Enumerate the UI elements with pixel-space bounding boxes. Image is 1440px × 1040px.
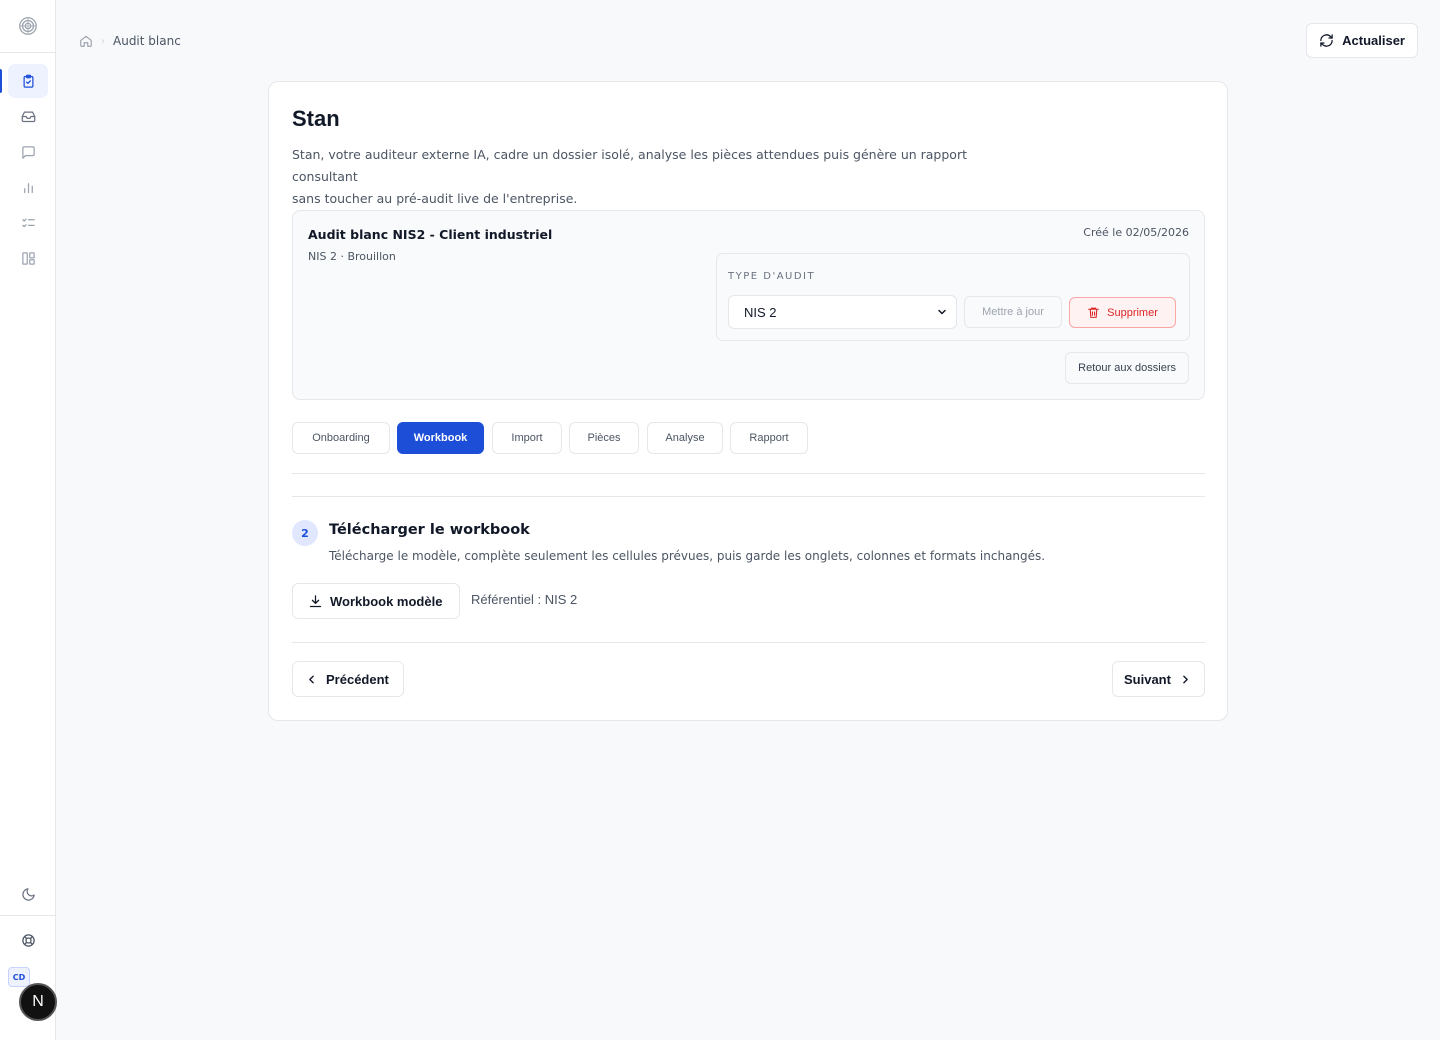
dossier-created-date: Créé le 02/05/2026 (1083, 226, 1189, 239)
lifebuoy-icon (21, 933, 35, 947)
sidebar-divider-bottom (0, 915, 55, 916)
sidebar-item-inbox[interactable] (8, 99, 48, 133)
sidebar-item-board[interactable] (8, 241, 48, 275)
divider (292, 496, 1205, 497)
download-icon (309, 594, 322, 607)
next-button[interactable]: Suivant (1112, 661, 1205, 697)
tab-import[interactable]: Import (492, 422, 562, 454)
inbox-icon (21, 111, 35, 122)
page-subtitle: Stan, votre auditeur externe IA, cadre u… (292, 144, 1012, 210)
breadcrumb-separator-icon: › (101, 35, 105, 47)
dossier-title: Audit blanc NIS2 - Client industriel (308, 227, 553, 242)
clipboard-check-icon (23, 74, 33, 88)
delete-button[interactable]: Supprimer (1069, 297, 1176, 328)
tab-rapport[interactable]: Rapport (730, 422, 808, 454)
previous-label: Précédent (326, 671, 389, 687)
tab-analyse[interactable]: Analyse (647, 422, 723, 454)
list-checks-icon (21, 218, 35, 227)
refresh-button[interactable]: Actualiser (1306, 23, 1418, 58)
tab-pieces[interactable]: Pièces (569, 422, 639, 454)
message-square-icon (21, 145, 35, 159)
divider (292, 642, 1205, 643)
sidebar-item-audit[interactable] (8, 64, 48, 98)
step-title: Télécharger le workbook (329, 522, 530, 538)
audit-type-select[interactable]: NIS 2 (728, 295, 957, 329)
tab-workbook[interactable]: Workbook (397, 422, 484, 454)
update-button[interactable]: Mettre à jour (964, 296, 1062, 328)
sidebar-item-messages[interactable] (8, 135, 48, 169)
chevron-left-icon (309, 675, 314, 683)
dossier-meta: NIS 2 · Brouillon (308, 250, 396, 263)
divider (292, 473, 1205, 474)
download-workbook-button[interactable]: Workbook modèle (292, 583, 460, 619)
app-badge-n[interactable]: N (19, 983, 57, 1021)
delete-label: Supprimer (1107, 306, 1158, 319)
app-badge-letter: N (32, 993, 44, 1010)
dossier-panel: Audit blanc NIS2 - Client industriel NIS… (292, 210, 1205, 400)
sidebar: CD N (0, 0, 57, 1040)
breadcrumb: › Audit blanc (79, 32, 181, 50)
subtitle-line-2: sans toucher au pré-audit live de l'entr… (292, 191, 578, 206)
audit-type-box: TYPE D'AUDIT NIS 2 Mettre à jour Supprim… (716, 253, 1190, 341)
layout-columns-icon (21, 251, 35, 265)
page-title: Stan (292, 106, 340, 131)
breadcrumb-current: Audit blanc (113, 34, 181, 48)
step-number-badge: 2 (292, 520, 318, 546)
active-indicator (0, 69, 2, 93)
trash-icon (1088, 307, 1100, 318)
referentiel-text: Référentiel : NIS 2 (471, 592, 578, 607)
step-description: Télécharge le modèle, complète seulement… (329, 549, 1046, 563)
chevron-down-icon (938, 309, 946, 315)
refresh-label: Actualiser (1342, 33, 1405, 48)
audit-type-label: TYPE D'AUDIT (728, 271, 816, 282)
stan-card: Stan Stan, votre auditeur externe IA, ca… (268, 81, 1228, 721)
tab-onboarding[interactable]: Onboarding (292, 422, 390, 454)
user-avatar[interactable]: CD (8, 967, 30, 987)
home-icon[interactable] (79, 34, 93, 48)
chevron-right-icon (1183, 675, 1188, 683)
subtitle-line-1: Stan, votre auditeur externe IA, cadre u… (292, 147, 967, 184)
workbook-label: Workbook modèle (330, 593, 443, 609)
refresh-icon (1320, 34, 1333, 47)
sidebar-divider (0, 52, 55, 53)
sidebar-item-stats[interactable] (8, 170, 48, 204)
sidebar-item-checklist[interactable] (8, 206, 48, 240)
back-to-dossiers-button[interactable]: Retour aux dossiers (1065, 352, 1189, 384)
moon-icon (21, 887, 35, 901)
next-label: Suivant (1124, 671, 1171, 687)
help-button[interactable] (8, 923, 48, 957)
theme-toggle[interactable] (8, 877, 48, 911)
previous-button[interactable]: Précédent (292, 661, 404, 697)
bar-chart-icon (23, 182, 33, 193)
app-logo-icon[interactable] (16, 14, 40, 38)
audit-type-value: NIS 2 (744, 304, 777, 320)
